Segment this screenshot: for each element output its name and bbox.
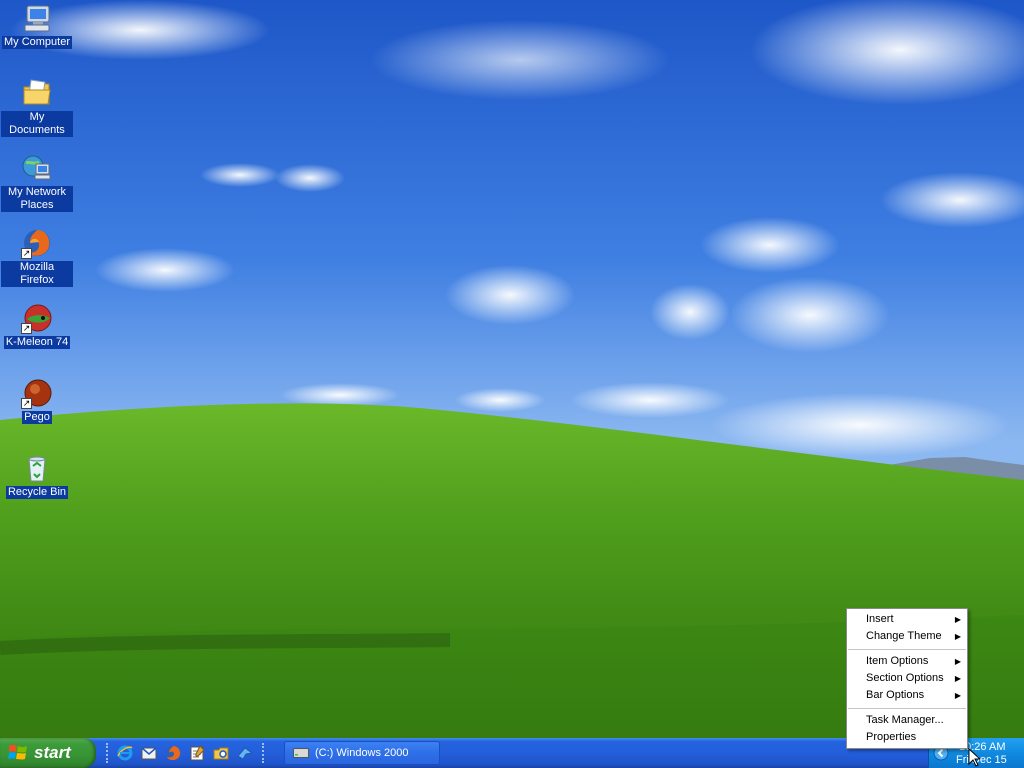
menu-item-section-options[interactable]: Section Options ▶ (847, 670, 967, 687)
quick-launch-bar (104, 738, 272, 768)
menu-item-change-theme[interactable]: Change Theme ▶ (847, 628, 967, 645)
mouse-pointer-icon (968, 748, 980, 767)
menu-item-bar-options[interactable]: Bar Options ▶ (847, 687, 967, 704)
menu-separator (848, 708, 966, 709)
recycle-bin-icon (21, 452, 53, 484)
outlook-icon[interactable] (140, 744, 158, 762)
k-meleon-icon: ↗ (21, 302, 53, 334)
menu-item-label: Properties (866, 731, 917, 743)
toolbar-grip[interactable] (106, 743, 110, 763)
desktop-icon-label: My Documents (1, 111, 73, 137)
explorer-icon[interactable] (212, 744, 230, 762)
shortcut-arrow-icon: ↗ (21, 248, 32, 259)
submenu-arrow-icon: ▶ (954, 657, 961, 666)
menu-item-insert[interactable]: Insert ▶ (847, 611, 967, 628)
menu-item-item-options[interactable]: Item Options ▶ (847, 653, 967, 670)
submenu-arrow-icon: ▶ (954, 615, 961, 624)
submenu-arrow-icon: ▶ (954, 691, 961, 700)
my-computer-icon (21, 2, 53, 34)
menu-item-label: Bar Options (866, 689, 925, 701)
taskbar-context-menu: Insert ▶ Change Theme ▶ Item Options ▶ S… (846, 608, 968, 749)
windows-logo-icon (8, 744, 27, 760)
desktop-icon-firefox[interactable]: ↗ Mozilla Firefox (0, 227, 74, 287)
my-documents-icon (21, 77, 53, 109)
submenu-arrow-icon: ▶ (954, 632, 961, 641)
desktop-icon-my-computer[interactable]: My Computer (0, 2, 74, 49)
network-places-icon (21, 152, 53, 184)
menu-item-label: Task Manager... (866, 714, 944, 726)
firefox-icon[interactable] (164, 744, 182, 762)
desktop-icon-network-places[interactable]: My Network Places (0, 152, 74, 212)
start-button[interactable]: start (0, 738, 96, 768)
desktop-icon-label: My Computer (1, 36, 73, 49)
pego-icon: ↗ (21, 377, 53, 409)
desktop-icon-label: K-Meleon 74 (3, 336, 71, 349)
menu-item-task-manager[interactable]: Task Manager... (847, 712, 967, 729)
desktop-icon-my-documents[interactable]: My Documents (0, 77, 74, 137)
drive-icon (293, 748, 309, 758)
taskbar-window-label: (C:) Windows 2000 (315, 747, 409, 759)
notepad-icon[interactable] (188, 744, 206, 762)
desktop-icon-label: Recycle Bin (5, 486, 69, 499)
desktop-icon-label: Mozilla Firefox (1, 261, 73, 287)
desktop-icon-pego[interactable]: ↗ Pego (0, 377, 74, 424)
clock-date[interactable]: Fri Dec 15 (956, 754, 1007, 766)
desktop-icon-label: Pego (22, 411, 52, 424)
start-label: start (34, 743, 71, 762)
firefox-icon: ↗ (21, 227, 53, 259)
shortcut-arrow-icon: ↗ (21, 398, 32, 409)
menu-item-properties[interactable]: Properties (847, 729, 967, 746)
messenger-icon[interactable] (236, 744, 254, 762)
taskbar-window-button[interactable]: (C:) Windows 2000 (284, 741, 440, 765)
desktop-icon-label: My Network Places (1, 186, 73, 212)
toolbar-grip[interactable] (262, 743, 266, 763)
menu-item-label: Insert (866, 613, 894, 625)
menu-item-label: Section Options (866, 672, 944, 684)
desktop-icon-recycle-bin[interactable]: Recycle Bin (0, 452, 74, 499)
menu-item-label: Change Theme (866, 630, 942, 642)
menu-item-label: Item Options (866, 655, 929, 667)
desktop-icon-k-meleon[interactable]: ↗ K-Meleon 74 (0, 302, 74, 349)
menu-separator (848, 649, 966, 650)
ie-icon[interactable] (116, 744, 134, 762)
submenu-arrow-icon: ▶ (954, 674, 961, 683)
shortcut-arrow-icon: ↗ (21, 323, 32, 334)
